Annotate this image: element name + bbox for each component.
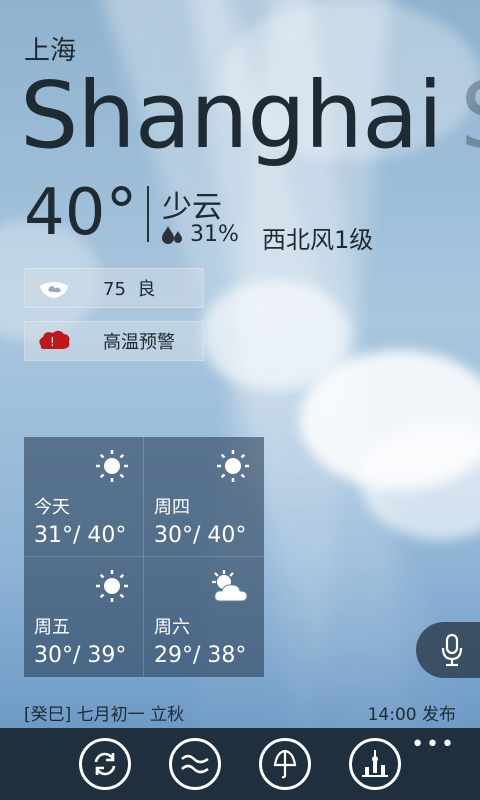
leaf-mask-icon — [25, 276, 83, 300]
landmark-button[interactable] — [349, 738, 401, 790]
city-name-en-text: Shanghai — [20, 62, 443, 169]
wind-button[interactable] — [169, 738, 221, 790]
aqi-value: 75 — [103, 279, 126, 300]
forecast-day[interactable]: 周五 30°/ 39° — [24, 557, 144, 677]
current-temperature: 40° — [24, 176, 138, 250]
humidity: 31% — [162, 222, 239, 247]
refresh-button[interactable] — [79, 738, 131, 790]
humidity-drops-icon — [162, 225, 182, 244]
forecast-day-label: 周五 — [34, 617, 70, 638]
voice-button[interactable] — [416, 622, 480, 678]
lunar-date: [癸巳] 七月初一 立秋 — [24, 705, 185, 725]
app-bar: ••• — [0, 728, 480, 800]
umbrella-button[interactable] — [259, 738, 311, 790]
landmark-icon — [362, 750, 388, 777]
heat-alert-pill[interactable]: ! 高温预警 — [24, 321, 204, 361]
forecast-day[interactable]: 周四 30°/ 40° — [144, 437, 264, 557]
forecast-range: 30°/ 40° — [154, 523, 247, 548]
heat-warning-icon: ! — [25, 328, 83, 354]
divider — [147, 186, 149, 242]
city-name-en[interactable]: ShanghaiS — [20, 66, 480, 166]
wind-icon — [181, 754, 209, 774]
forecast-range: 29°/ 38° — [154, 643, 247, 668]
forecast-day-label: 今天 — [34, 497, 70, 518]
sun-icon — [95, 449, 129, 487]
aqi-pill[interactable]: 75 良 — [24, 268, 204, 308]
aqi-text: 75 良 — [83, 275, 203, 301]
more-menu[interactable]: ••• — [411, 734, 456, 756]
publish-time: 14:00 发布 — [367, 705, 456, 725]
wind: 西北风1级 — [262, 226, 374, 254]
alert-label: 高温预警 — [103, 332, 175, 353]
aqi-level: 良 — [137, 279, 156, 300]
forecast-grid: 今天 31°/ 40° 周四 30°/ 40° 周五 30°/ 39° 周六 2… — [24, 437, 264, 677]
forecast-day[interactable]: 周六 29°/ 38° — [144, 557, 264, 677]
partly-cloudy-icon — [210, 569, 250, 609]
umbrella-icon — [273, 749, 297, 779]
humidity-value: 31% — [190, 222, 239, 247]
forecast-day-label: 周四 — [154, 497, 190, 518]
forecast-range: 31°/ 40° — [34, 523, 127, 548]
forecast-day[interactable]: 今天 31°/ 40° — [24, 437, 144, 557]
sun-icon — [95, 569, 129, 607]
next-city-peek[interactable]: S — [460, 62, 480, 169]
forecast-day-label: 周六 — [154, 617, 190, 638]
microphone-icon — [441, 633, 463, 667]
forecast-range: 30°/ 39° — [34, 643, 127, 668]
refresh-icon — [94, 752, 116, 776]
svg-text:!: ! — [50, 335, 55, 349]
current-condition: 少云 — [162, 190, 222, 225]
sun-icon — [216, 449, 250, 487]
